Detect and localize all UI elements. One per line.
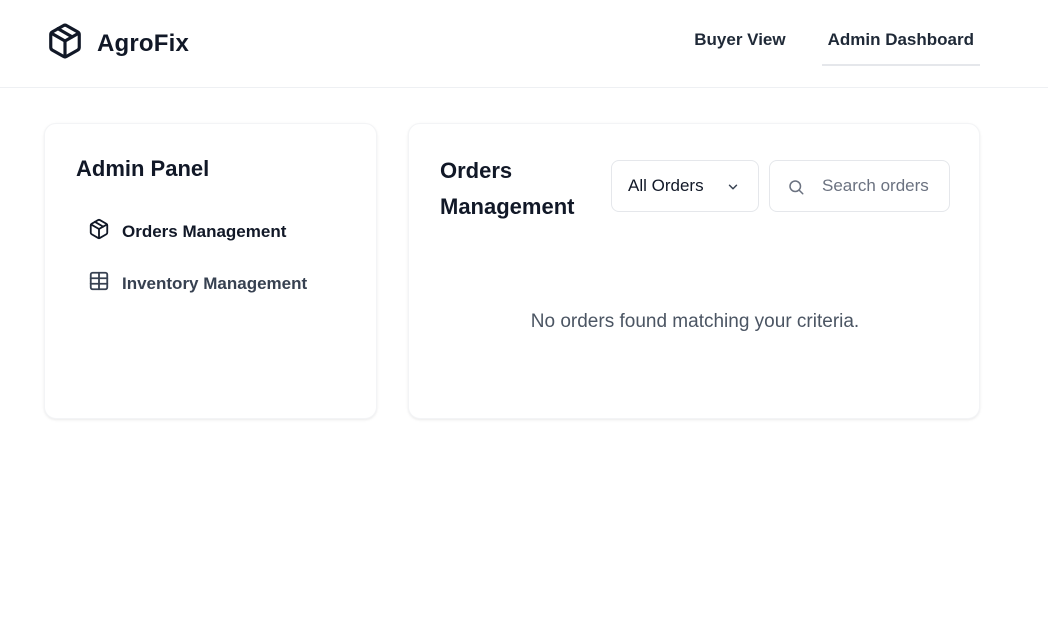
sidebar-item-inventory[interactable]: Inventory Management [88,270,307,297]
sidebar-title: Admin Panel [76,156,210,181]
sidebar-item-label: Orders Management [122,221,287,241]
nav-buyer-view[interactable]: Buyer View [688,0,791,66]
order-status-filter[interactable]: All Orders [611,160,759,212]
search-box [769,160,950,212]
package-icon [46,21,84,66]
admin-sidebar: Admin Panel Orders Management Inventory … [44,123,377,419]
search-icon [789,180,804,195]
sidebar-item-orders[interactable]: Orders Management [88,218,286,245]
orders-panel: Orders Management All Orders No orders f… [408,123,980,419]
package-icon [88,218,122,245]
sidebar-item-label: Inventory Management [122,273,308,293]
page-title: Orders Management [440,158,575,219]
empty-state-message: No orders found matching your criteria. [530,311,860,332]
brand-name: AgroFix [97,29,190,57]
search-input[interactable] [822,161,947,211]
nav-admin-dashboard[interactable]: Admin Dashboard [821,0,980,66]
top-header: AgroFix Buyer View Admin Dashboard [0,0,1048,88]
filter-selected-value: All Orders [628,176,704,195]
chevron-down-icon [728,184,738,190]
table-icon [88,270,122,297]
main-nav: Buyer View Admin Dashboard [658,0,980,88]
brand[interactable]: AgroFix [46,21,189,66]
